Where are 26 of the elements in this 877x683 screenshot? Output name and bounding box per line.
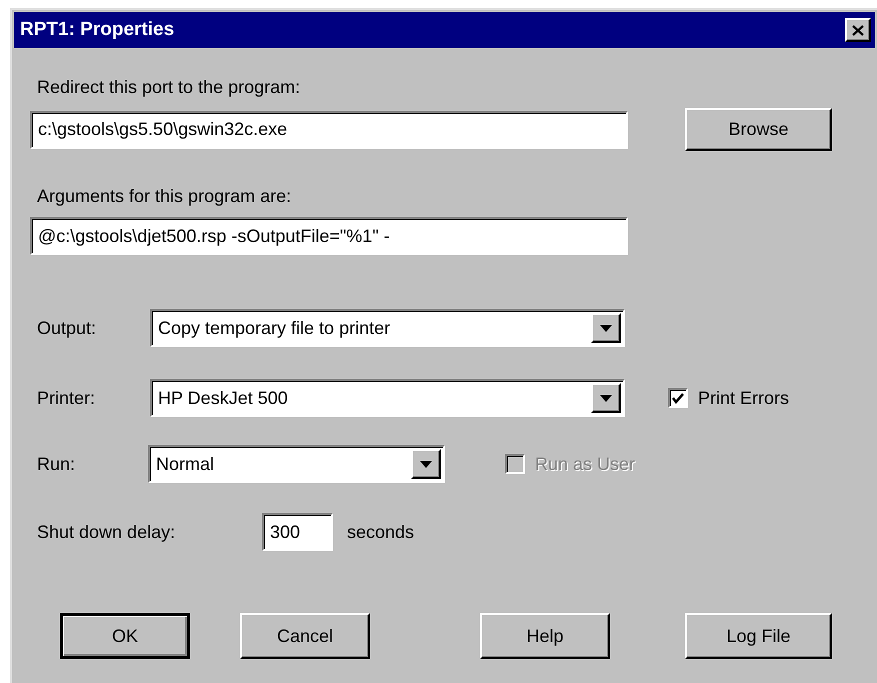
field-label: Shut down delay: [37, 520, 176, 544]
browse-button[interactable]: Browse [685, 108, 832, 151]
close-button[interactable] [845, 18, 871, 42]
delay-field[interactable]: 300 [262, 513, 333, 551]
dialog-button[interactable]: Cancel [240, 613, 370, 659]
close-icon [852, 24, 864, 36]
caret-icon [591, 383, 621, 413]
arguments-field[interactable]: @c:\gstools\djet500.rsp -sOutputFile="%1" - [30, 217, 628, 255]
check-icon [672, 392, 684, 404]
field-label: Arguments for this program are: [37, 186, 292, 206]
dropdown[interactable]: HP DeskJet 500 [150, 379, 625, 417]
field-label: Run: [37, 452, 76, 476]
field-label: Redirect this port to the program: [37, 77, 300, 97]
window-title: RPT1: Properties [20, 18, 174, 42]
caret-icon [591, 313, 621, 343]
program-field[interactable]: c:\gstools\gs5.50\gswin32c.exe [30, 110, 628, 148]
field-label: Output: [37, 316, 98, 340]
dialog-button[interactable]: OK [60, 613, 190, 659]
dialog-button[interactable]: Help [480, 613, 610, 659]
unit-label: seconds [347, 520, 414, 544]
caret-icon [411, 449, 441, 479]
checkbox[interactable]: Print Errors [668, 384, 790, 412]
field-label: Printer: [37, 386, 96, 410]
dialog-button[interactable]: Log File [685, 613, 832, 659]
dropdown[interactable]: Normal [148, 445, 445, 483]
dropdown[interactable]: Copy temporary file to printer [150, 309, 625, 347]
